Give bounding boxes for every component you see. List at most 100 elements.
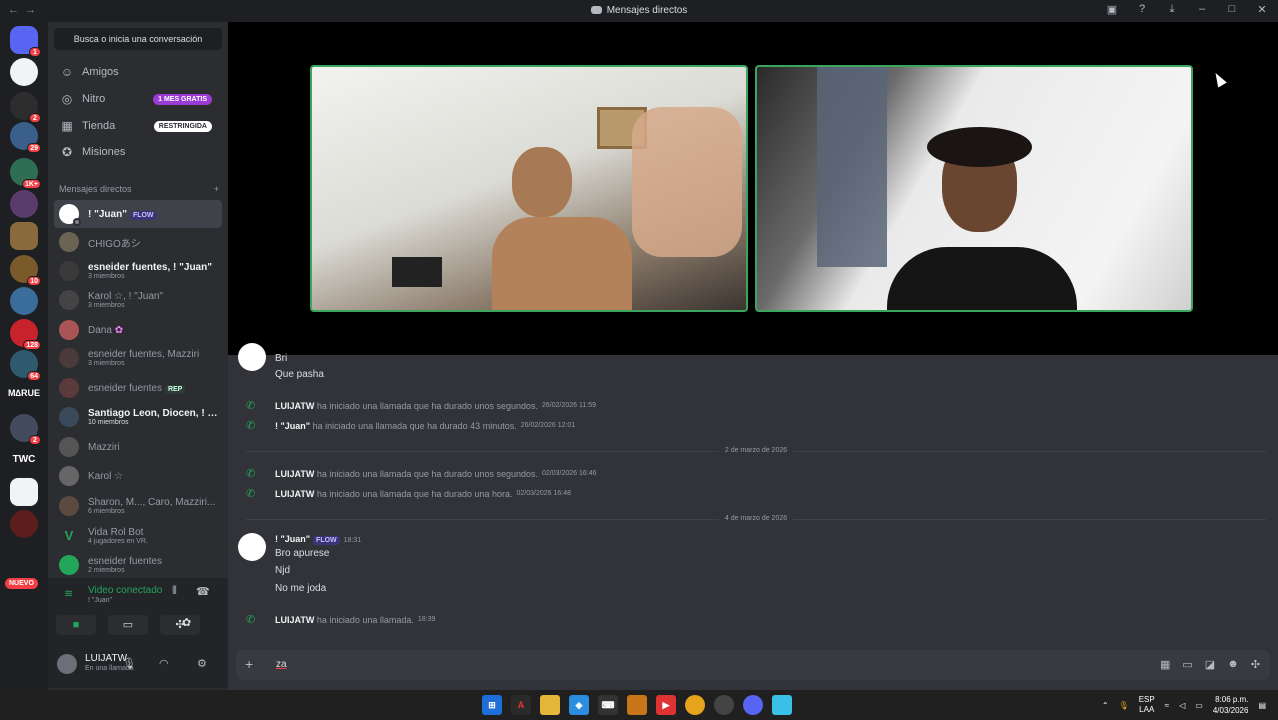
server-icon[interactable]: 1K+ [10,158,41,189]
message-input-value[interactable]: za [276,659,287,670]
dm-item[interactable]: ! "Juan" FLOW [54,200,222,228]
flow-tag: FLOW [313,536,340,545]
dm-item[interactable]: Santiago Leon, Diocen, ! "... 10 miembros [54,403,222,431]
chevron-up-icon[interactable]: ⌃ [1102,701,1109,710]
brave-icon[interactable] [627,695,647,715]
help-icon[interactable]: ? [1134,3,1150,16]
dm-item[interactable]: Karol ☆, ! "Juan" 3 miembros [54,286,222,314]
dm-item[interactable]: Mazziri [54,433,222,461]
steam-icon[interactable] [714,695,734,715]
call-area [228,22,1278,355]
server-icon[interactable]: 10 [10,255,41,286]
disconnect-icon[interactable]: ☎ [196,585,210,598]
gift-icon[interactable]: ▦ [1160,658,1170,671]
camera-button[interactable]: ■ [56,615,96,635]
youtube-icon[interactable]: ▶ [656,695,676,715]
server-icon[interactable]: 128 [10,319,41,350]
emoji-icon[interactable]: ☻ [1227,658,1239,671]
home-button[interactable]: 1 [10,26,41,57]
dm-item[interactable]: CHIGOあシ [54,228,222,256]
server-icon[interactable] [10,58,38,86]
user-name: LUIJATW [85,653,128,664]
avatar[interactable] [238,343,266,371]
call-event: ✆ LUIJATW ha iniciado una llamada. 18:39 [246,614,436,626]
settings-icon[interactable]: ⚙ [197,657,207,670]
microphone-tray-icon[interactable]: 🎙 [1119,701,1129,710]
shop-icon: ▦ [61,119,73,133]
video-tile[interactable] [755,65,1193,312]
minimize-button[interactable]: – [1194,3,1210,16]
nav-shop[interactable]: ▦ Tienda RESTRINGIDA [54,114,222,138]
avatar[interactable] [57,654,77,674]
server-icon[interactable]: 2 [10,414,41,445]
search-button[interactable]: Busca o inicia una conversación [54,28,222,50]
nav-quests[interactable]: ✪ Misiones [54,140,222,164]
server-icon[interactable] [10,222,38,250]
phone-icon: ✆ [246,614,256,626]
dm-item[interactable]: Sharon, M..., Caro, Mazziri... 6 miembros [54,492,222,520]
avatar[interactable] [238,533,266,561]
dm-item[interactable]: V Vida Rol Bot 4 jugadores en VR. [54,522,222,550]
author-name[interactable]: ! "Juan" [275,534,310,544]
video-tile[interactable] [310,65,748,312]
chrome-icon[interactable] [685,695,705,715]
dm-item[interactable]: esneider fuentes, ! "Juan" 3 miembros [54,257,222,285]
avatar [59,261,79,281]
server-icon[interactable] [10,510,38,538]
message-header: ! "Juan" FLOW 18:31 [275,534,361,545]
server-icon[interactable]: M∆RUE [6,388,42,398]
add-attachment-icon[interactable]: + [245,656,253,672]
server-icon[interactable] [10,190,38,218]
nav-nitro[interactable]: ◎ Nitro 1 MES GRATIS [54,87,222,111]
avatar: V [59,526,79,546]
server-twc[interactable]: TWC [6,454,42,465]
dm-item[interactable]: esneider fuentes REP [54,374,222,402]
windows-start-icon[interactable]: ⊞ [482,695,502,715]
server-icon[interactable] [10,287,38,315]
curtain [817,67,887,267]
dm-item[interactable]: Karol ☆ [54,462,222,490]
timestamp: 18:31 [343,537,362,544]
phone-icon: ✆ [246,468,256,480]
dm-item[interactable]: Dana ✿ [54,316,222,344]
apps-icon[interactable]: ✣ [1251,658,1260,671]
notifications-icon[interactable]: ▤ [1258,701,1266,710]
dm-item[interactable]: esneider fuentes 2 miembros [54,551,222,579]
mouse-cursor [1211,70,1227,88]
voice-status: Video conectado [88,585,163,596]
maximize-button[interactable]: □ [1224,3,1240,16]
microphone [392,257,442,287]
voice-channel[interactable]: ! "Juan" [88,597,112,604]
call-event: ✆ LUIJATW ha iniciado una llamada que ha … [246,400,596,412]
volume-icon[interactable]: ◁ [1179,701,1185,710]
microphone-icon[interactable]: 🎙 [122,657,136,670]
headphones-icon[interactable]: ◠ [159,657,169,670]
notepad-icon[interactable] [772,695,792,715]
app-icon[interactable]: A [511,695,531,715]
nav-friends[interactable]: ☺ Amigos [54,60,222,84]
wifi-icon[interactable]: ≈ [1165,701,1169,710]
sticker-icon[interactable]: ◪ [1205,658,1215,671]
noise-icon[interactable]: ⦀ [172,585,177,598]
download-icon[interactable]: ⤓ [1164,3,1180,16]
person-body [492,217,632,310]
add-dm-icon[interactable]: + [214,184,219,194]
activities-button[interactable]: ✣ [160,615,200,635]
discord-taskbar-icon[interactable] [743,695,763,715]
dm-item[interactable]: esneider fuentes, Mazziri 3 miembros [54,344,222,372]
close-button[interactable]: ✕ [1254,3,1270,16]
server-icon[interactable] [10,478,38,506]
screenshare-button[interactable]: ▭ [108,615,148,635]
file-explorer-icon[interactable] [540,695,560,715]
inbox-icon[interactable]: ▣ [1104,3,1120,16]
gif-icon[interactable]: ▭ [1182,658,1192,671]
language-indicator[interactable]: ESP LAA [1139,695,1155,715]
server-icon[interactable]: 2 [10,92,41,123]
app-icon[interactable]: ◈ [569,695,589,715]
message-input[interactable]: + za ▦ ▭ ◪ ☻ ✣ [236,650,1270,680]
server-icon[interactable]: 64 [10,350,41,381]
app-icon[interactable]: ⌨ [598,695,618,715]
clock[interactable]: 8:06 p.m. 4/03/2026 [1213,694,1249,716]
server-icon[interactable]: 29 [10,122,41,153]
battery-icon[interactable]: ▭ [1195,701,1203,710]
